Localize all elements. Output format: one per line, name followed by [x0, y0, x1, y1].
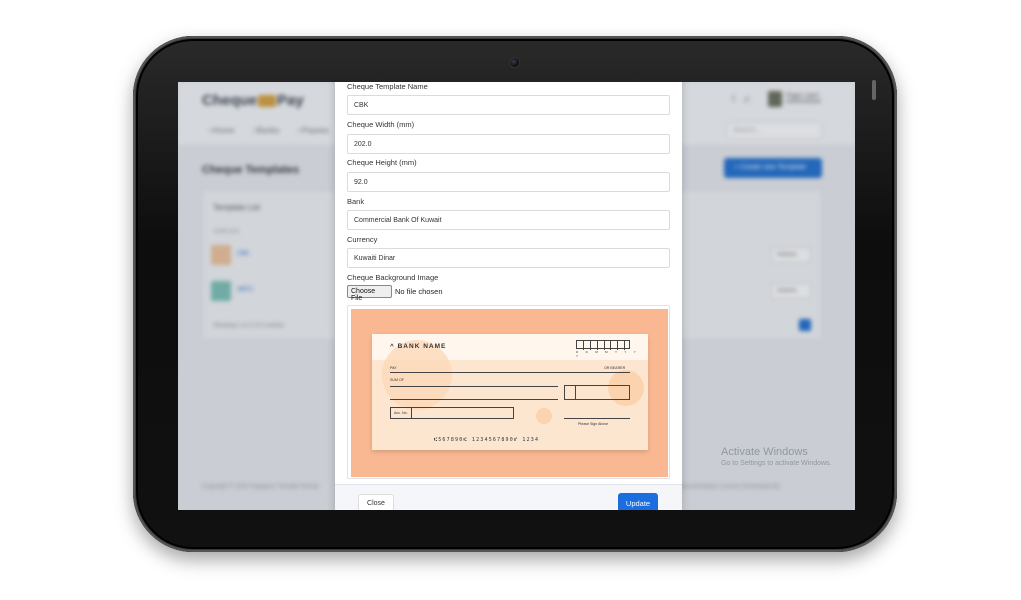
update-button[interactable]: Update — [618, 493, 658, 510]
cheque-date-letters: D D M M Y Y Y Y — [576, 350, 639, 358]
edit-template-modal: Cheque Template Name CBK Cheque Width (m… — [335, 82, 682, 510]
cheque-height-label: Cheque Height (mm) — [347, 158, 417, 167]
cheque-preview: ^ BANK NAME D D M M Y Y Y Y PAY OR BEARE… — [347, 305, 670, 479]
currency-label: Currency — [347, 235, 378, 244]
template-name-input[interactable]: CBK — [347, 95, 670, 115]
choose-file-button[interactable]: Choose File — [347, 285, 392, 302]
cheque-sum-of-label: SUM OF — [390, 378, 404, 382]
chevron-up-icon: ^ — [390, 343, 398, 350]
bank-select[interactable]: Commercial Bank Of Kuwait — [347, 210, 670, 230]
bg-image-label: Cheque Background Image — [347, 273, 439, 282]
template-name-label: Cheque Template Name — [347, 82, 428, 91]
cheque-or-bearer-label: OR BEARER — [604, 366, 626, 370]
tablet-side-button — [872, 80, 876, 100]
cheque-sign-label: Please Sign Above — [578, 422, 609, 426]
cheque-date-boxes — [576, 340, 630, 350]
cheque-amount-box — [564, 385, 630, 400]
cheque-height-input[interactable]: 92.0 — [347, 172, 670, 192]
cheque-pay-label: PAY — [390, 366, 397, 370]
tablet-screen: ChequePay Home Banks Payees ☾ ♫ Pagar La… — [178, 82, 855, 510]
cheque-account-box: Acc. No. — [390, 407, 514, 419]
cheque-width-label: Cheque Width (mm) — [347, 120, 415, 129]
cheque-width-input[interactable]: 202.0 — [347, 134, 670, 154]
windows-activation-watermark: Activate Windows Go to Settings to activ… — [721, 446, 832, 467]
cheque-bank-name: ^ BANK NAME — [390, 343, 447, 350]
cheque-micr-line: ⑆567890⑆ 1234567890⑈ 1234 — [434, 437, 540, 443]
currency-select[interactable]: Kuwaiti Dinar — [347, 248, 670, 268]
cheque-image: ^ BANK NAME D D M M Y Y Y Y PAY OR BEARE… — [372, 334, 648, 450]
camera-icon — [509, 57, 520, 68]
cheque-preview-background: ^ BANK NAME D D M M Y Y Y Y PAY OR BEARE… — [351, 309, 668, 477]
close-button[interactable]: Close — [358, 494, 394, 510]
file-status-text: No file chosen — [395, 287, 443, 296]
bank-label: Bank — [347, 197, 365, 206]
